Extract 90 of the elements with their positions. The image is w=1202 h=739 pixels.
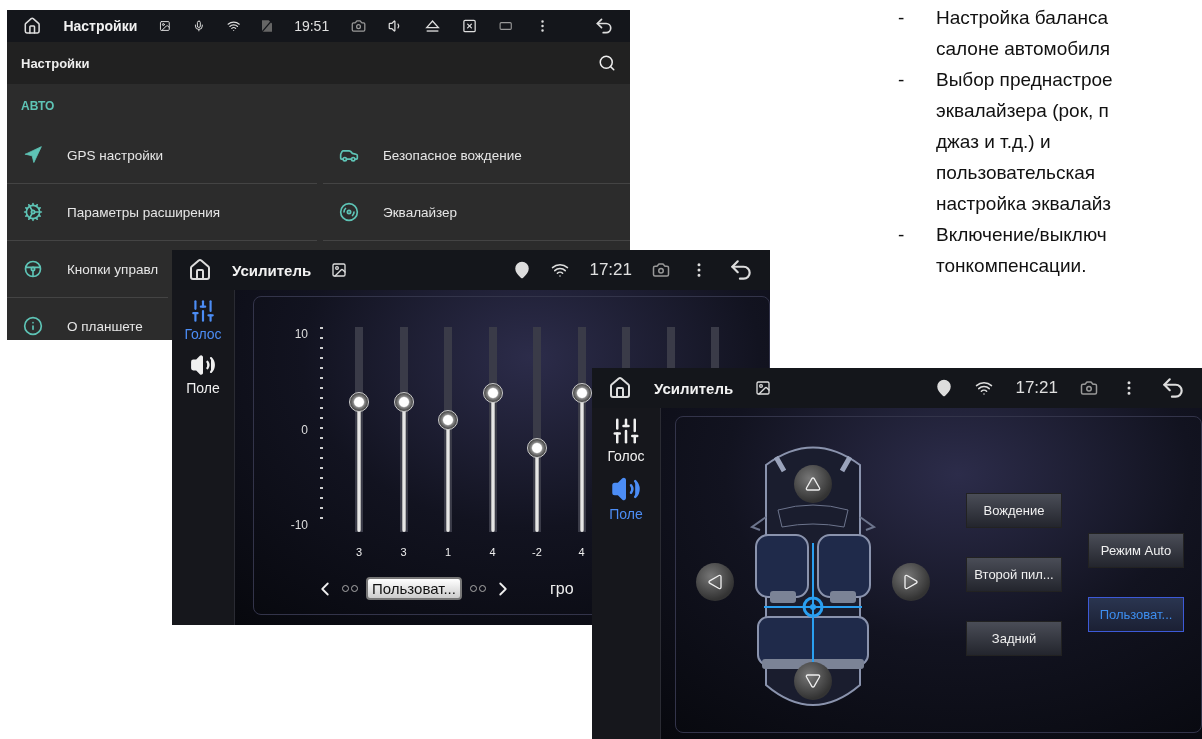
wifi-icon <box>226 18 241 34</box>
scale-label: 10 <box>294 327 308 341</box>
note-line: пользовательская <box>936 161 1096 185</box>
speaker-icon <box>190 352 216 378</box>
note-line: Включение/выключ <box>936 223 1107 247</box>
microphone-icon <box>193 19 205 33</box>
band-value: 1 <box>444 546 452 559</box>
bullet-dash: - <box>898 68 906 92</box>
location-pin-icon <box>935 379 954 397</box>
note-line: эквалайзера (рок, п <box>936 99 1110 123</box>
volume-label: гро <box>549 579 574 598</box>
navigation-arrow-icon <box>23 145 43 165</box>
image-icon <box>159 19 171 33</box>
home-icon[interactable] <box>23 15 42 37</box>
side-tab[interactable]: Поле <box>186 350 220 398</box>
left-button[interactable] <box>696 562 734 601</box>
mode-button[interactable]: Пользоват... <box>1088 597 1184 632</box>
band-value: 4 <box>489 546 496 559</box>
scale-label: -10 <box>290 518 308 532</box>
slider-thumb[interactable] <box>527 438 547 458</box>
header-title: Настройки <box>21 55 90 71</box>
back-icon[interactable] <box>1160 375 1186 401</box>
settings-item[interactable]: Безопасное вождение <box>323 127 630 184</box>
mode-button[interactable]: Режим Auto <box>1088 533 1184 568</box>
settings-item[interactable]: Кнопки управл <box>7 241 168 298</box>
band-value: 3 <box>355 546 363 559</box>
settings-item[interactable]: GPS настройки <box>7 127 317 184</box>
speaker-icon <box>339 202 359 222</box>
mode-button[interactable]: Вождение <box>966 493 1062 528</box>
settings-item[interactable]: О планшете <box>7 298 168 340</box>
equalizer-icon <box>190 298 216 324</box>
eject-icon[interactable] <box>425 18 441 34</box>
slider-track <box>622 327 630 368</box>
note-line: настройка эквалайз <box>936 192 1113 216</box>
back-icon[interactable] <box>728 257 754 283</box>
camera-icon[interactable] <box>1080 379 1098 397</box>
note-line: джаз и т.д.) и <box>936 130 1052 154</box>
slider-thumb[interactable] <box>482 382 503 403</box>
note-line: Настройка баланса <box>936 6 1110 30</box>
right-button[interactable] <box>892 562 930 601</box>
bullet-dash: - <box>898 223 906 247</box>
info-icon <box>23 316 43 336</box>
screen-close-icon[interactable] <box>462 17 478 35</box>
down-triangle-icon <box>805 672 821 689</box>
image-icon <box>331 262 348 278</box>
settings-item[interactable]: Эквалайзер <box>323 184 630 241</box>
right-triangle-icon <box>903 573 919 590</box>
status-time: 17:21 <box>589 260 632 280</box>
mode-button[interactable]: Второй пил... <box>966 557 1062 592</box>
slider-thumb[interactable] <box>571 382 592 403</box>
bullet-dash: - <box>898 6 906 30</box>
slider-thumb[interactable] <box>393 391 414 412</box>
status-bar-title: Усилитель <box>654 379 734 397</box>
side-tab[interactable]: Голос <box>184 296 222 344</box>
camera-icon[interactable] <box>351 17 367 35</box>
side-tab[interactable]: Голос <box>607 414 645 466</box>
gear-icon <box>23 202 43 222</box>
band-value: 4 <box>578 546 585 559</box>
band-value: 3 <box>400 546 407 559</box>
note-line: Выбор преднастрое <box>936 68 1113 92</box>
search-icon[interactable] <box>598 54 616 72</box>
slider-track <box>711 327 719 368</box>
settings-item[interactable]: Параметры расширения <box>7 184 317 241</box>
home-icon[interactable] <box>608 376 632 400</box>
mode-button[interactable]: Задний <box>966 621 1062 656</box>
image-icon <box>755 380 772 396</box>
slider-track <box>666 327 675 368</box>
up-triangle-icon <box>805 475 821 492</box>
preset-button[interactable]: Пользоват... <box>366 577 462 600</box>
home-icon[interactable] <box>188 258 212 282</box>
status-bar-title: Усилитель <box>232 261 312 279</box>
scale-label: 0 <box>301 422 308 437</box>
status-time: 19:51 <box>294 18 330 34</box>
location-pin-icon <box>513 261 532 279</box>
camera-icon[interactable] <box>652 261 670 279</box>
note-line: тонкомпенсации. <box>936 254 1088 278</box>
slider-thumb[interactable] <box>438 410 458 431</box>
status-bar-title: Настройки <box>63 18 138 34</box>
wifi-icon <box>551 261 570 279</box>
side-tab[interactable]: Поле <box>609 472 643 524</box>
steering-wheel-icon <box>23 259 43 279</box>
section-label: АВТО <box>20 97 56 115</box>
status-time: 17:21 <box>1015 378 1058 398</box>
slider-thumb[interactable] <box>349 391 369 412</box>
band-value: -2 <box>532 546 542 559</box>
equalizer-icon <box>611 416 641 446</box>
sim-card-icon <box>262 19 273 33</box>
left-triangle-icon <box>707 573 723 590</box>
wifi-icon <box>975 379 994 397</box>
note-line: салоне автомобиля <box>936 37 1111 61</box>
